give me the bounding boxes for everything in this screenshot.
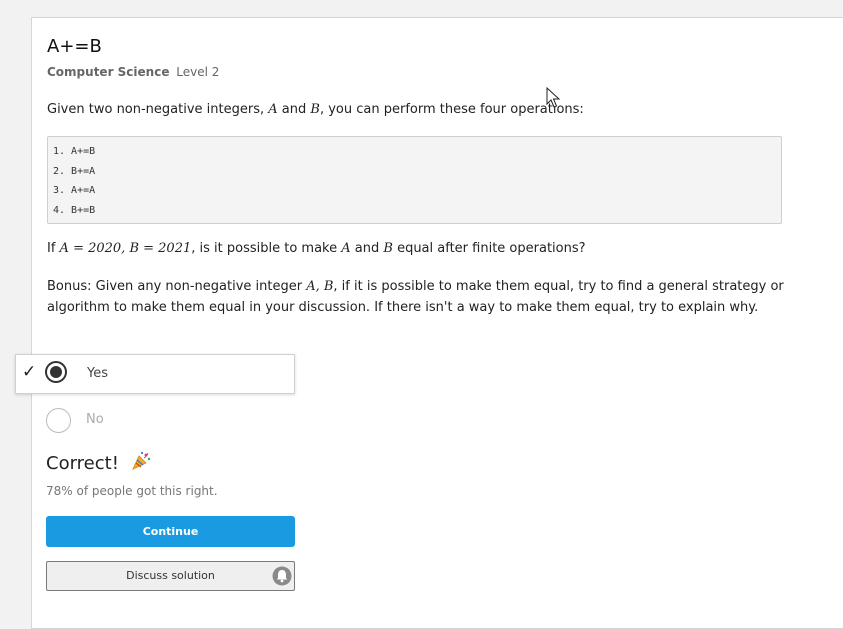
party-popper-icon [131,451,151,476]
code-line: 2. B+=A [53,165,96,177]
problem-intro: Given two non-negative integers, A and B… [47,102,584,117]
radio-unselected-icon[interactable] [46,408,71,433]
option-label-yes: Yes [87,366,108,381]
continue-button[interactable]: Continue [46,516,295,547]
var-b: B [310,102,320,117]
mouse-cursor-icon [546,87,560,108]
operations-code-block: 1. A+=B 2. B+=A 3. A+=A 4. B+=B [47,136,782,224]
subject-label[interactable]: Computer Science [47,65,169,79]
correct-percentage: 78% of people got this right. [46,484,218,498]
code-line: 1. A+=B [53,146,96,157]
var-a: A [268,102,278,117]
problem-question: If A = 2020, B = 2021, is it possible to… [47,241,586,256]
radio-selected-icon[interactable] [45,361,67,383]
math-given-values: A = 2020, B = 2021 [59,241,192,256]
answer-option-yes[interactable]: ✓ Yes [15,354,295,394]
discuss-solution-button[interactable]: Discuss solution [46,561,295,591]
result-heading: Correct! [46,451,151,476]
option-label-no: No [86,412,104,427]
result-title: Correct! [46,453,119,474]
code-line: 3. A+=A [53,185,96,196]
answer-option-no[interactable]: No [46,408,306,434]
checkmark-icon: ✓ [22,362,37,382]
finite-term[interactable]: finite [472,241,505,256]
problem-title: A+=B [47,36,102,57]
bell-icon[interactable] [272,566,292,586]
problem-meta: Computer Science Level 2 [47,65,219,79]
level-label: Level 2 [176,65,220,79]
discuss-solution-label: Discuss solution [126,569,215,582]
bonus-text: Bonus: Given any non-negative integer A,… [47,279,784,315]
code-line: 4. B+=B [53,204,96,216]
